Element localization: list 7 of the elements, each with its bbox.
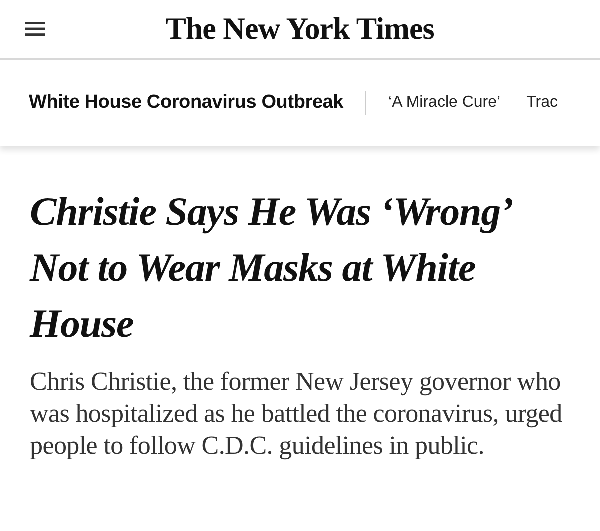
logo[interactable]: The New York Times [166, 11, 434, 47]
headline: Christie Says He Was ‘Wrong’ Not to Wear Masks at White House [30, 188, 512, 348]
menu-icon[interactable] [25, 21, 45, 37]
section-link[interactable]: Trac [526, 94, 558, 112]
section-link[interactable]: ‘A Miracle Cure’ [388, 94, 501, 112]
section-title[interactable]: White House Coronavirus Outbreak [29, 92, 344, 114]
article-summary: Chris Christie, the former New Jersey governor who was hospitalized as he battled the coronavirus, urged people to follow C.D.C. guidelines in public. [30, 366, 564, 462]
